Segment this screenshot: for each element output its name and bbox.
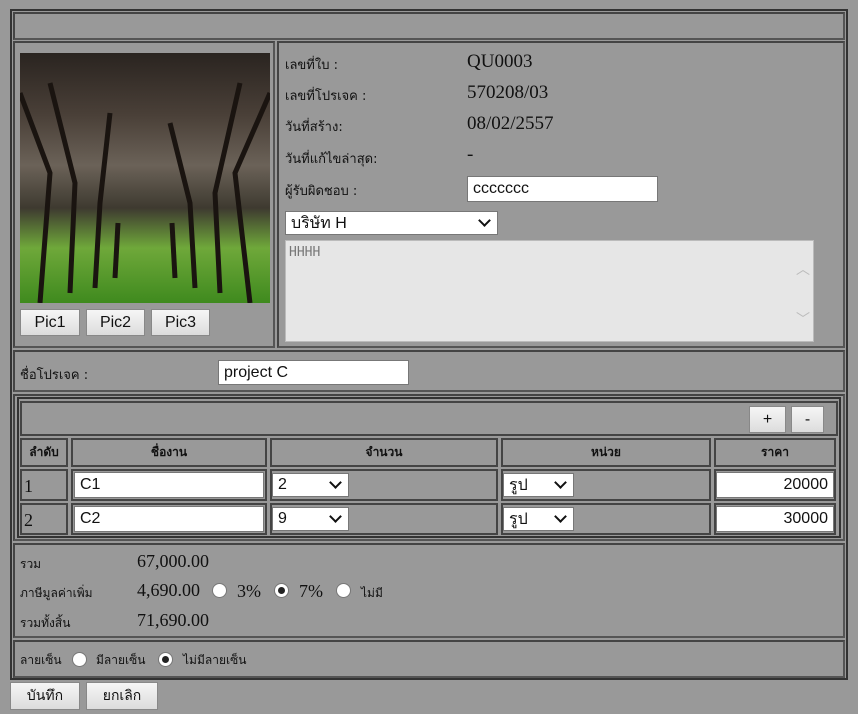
header-no: ลำดับ <box>20 438 68 467</box>
notes-textarea[interactable]: HHHH ︿ ﹀ <box>285 240 814 342</box>
header-price: ราคา <box>714 438 836 467</box>
project-no-label: เลขที่โปรเจค : <box>285 89 367 104</box>
signature-label: ลายเซ็น <box>20 653 62 667</box>
pic2-button[interactable]: Pic2 <box>86 309 145 336</box>
chevron-down-icon <box>329 476 342 489</box>
table-row: 1 <box>20 469 68 501</box>
chevron-down-icon <box>478 214 491 227</box>
qty-select[interactable]: 9 <box>272 507 349 531</box>
subtotal-value: 67,000.00 <box>137 551 209 571</box>
qty-value: 2 <box>278 476 287 493</box>
vat-none-radio[interactable] <box>336 583 351 598</box>
project-name-input[interactable]: project C <box>218 360 409 385</box>
add-row-button[interactable]: + <box>749 406 786 433</box>
qty-select[interactable]: 2 <box>272 473 349 497</box>
header-unit: หน่วย <box>501 438 711 467</box>
pic3-button[interactable]: Pic3 <box>151 309 210 336</box>
price-input[interactable]: 30000 <box>716 506 834 532</box>
doc-no-label: เลขที่ใบ : <box>285 58 338 73</box>
table-row: 2 <box>20 503 68 535</box>
vat-none-label: ไม่มี <box>361 586 383 600</box>
signature-yes-label: มีลายเซ็น <box>96 653 146 667</box>
vat-3-radio[interactable] <box>212 583 227 598</box>
created-value: 08/02/2557 <box>467 113 554 134</box>
vat-7-radio[interactable] <box>274 583 289 598</box>
vat-value: 4,690.00 <box>137 580 200 600</box>
header-name: ชื่องาน <box>71 438 267 467</box>
item-name-input[interactable]: C2 <box>74 506 264 532</box>
vat-label: ภาษีมูลค่าเพิ่ม <box>20 586 93 600</box>
header-cell <box>13 12 845 40</box>
remove-row-button[interactable]: - <box>791 406 824 433</box>
responsible-label: ผู้รับผิดชอบ : <box>285 184 358 199</box>
chevron-down-icon <box>554 476 567 489</box>
item-name-input[interactable]: C1 <box>74 472 264 498</box>
chevron-down-icon <box>329 510 342 523</box>
vat-3-label: 3% <box>237 581 261 601</box>
scrollbar[interactable]: ︿ ﹀ <box>795 259 811 329</box>
scroll-up-icon: ︿ <box>796 262 810 278</box>
cancel-button[interactable]: ยกเลิก <box>86 682 158 710</box>
created-label: วันที่สร้าง: <box>285 120 343 135</box>
chevron-down-icon <box>554 510 567 523</box>
subtotal-label: รวม <box>20 557 42 571</box>
qty-value: 9 <box>278 510 287 527</box>
grand-total-label: รวมทั้งสิ้น <box>20 616 71 630</box>
row-no: 1 <box>24 476 33 496</box>
company-select[interactable]: บริษัท H <box>285 211 498 235</box>
project-no-value: 570208/03 <box>467 82 549 103</box>
save-button[interactable]: บันทึก <box>10 682 80 710</box>
unit-select[interactable]: รูป <box>503 473 574 497</box>
signature-yes-radio[interactable] <box>72 652 87 667</box>
pic1-button[interactable]: Pic1 <box>20 309 80 336</box>
signature-no-radio[interactable] <box>158 652 173 667</box>
price-input[interactable]: 20000 <box>716 472 834 498</box>
modified-value: - <box>467 144 474 165</box>
project-image <box>20 53 270 303</box>
project-cell <box>13 350 845 392</box>
items-toolbar <box>20 401 838 436</box>
responsible-input[interactable]: ccccccc <box>467 176 658 202</box>
grand-total-value: 71,690.00 <box>137 610 209 630</box>
notes-text: HHHH <box>289 245 321 260</box>
row-no: 2 <box>24 510 33 530</box>
header-qty: จำนวน <box>270 438 498 467</box>
scroll-down-icon: ﹀ <box>796 312 810 328</box>
signature-no-label: ไม่มีลายเซ็น <box>183 653 247 667</box>
unit-value: รูป <box>509 476 528 494</box>
project-name-label: ชื่อโปรเจค : <box>20 368 89 383</box>
company-value: บริษัท H <box>291 214 347 232</box>
unit-select[interactable]: รูป <box>503 507 574 531</box>
doc-no-value: QU0003 <box>467 51 533 72</box>
vat-7-label: 7% <box>299 581 323 601</box>
modified-label: วันที่แก้ไขล่าสุด: <box>285 152 378 167</box>
unit-value: รูป <box>509 510 528 528</box>
